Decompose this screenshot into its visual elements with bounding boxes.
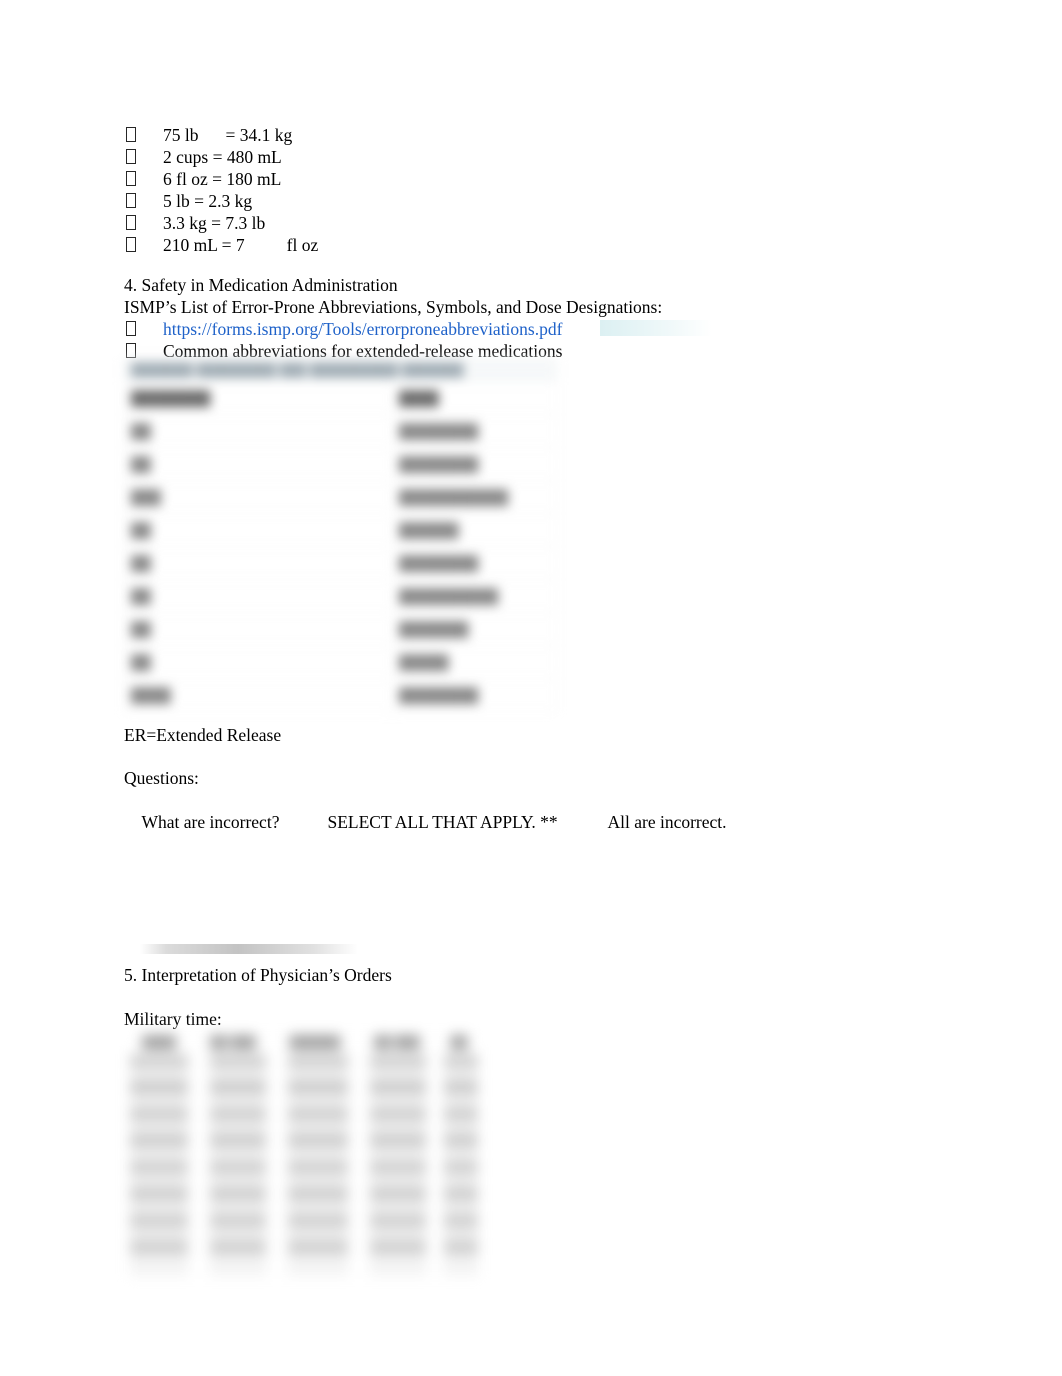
list-item-left: 3.3 kg = 7.3 lb <box>163 213 266 233</box>
list-item-right: fl oz <box>286 235 319 255</box>
list-item: 75 lb = 34.1 kg <box>126 124 292 146</box>
list-item: 6 fl oz = 180 mL <box>126 168 281 190</box>
section4-heading: 4. Safety in Medication Administration <box>124 275 398 295</box>
bullet-tofu-icon <box>126 321 136 336</box>
bullet-tofu-icon <box>126 193 136 208</box>
chart-column-header: ████ <box>141 1035 176 1049</box>
table-band-row: ███████ █████████ ███ ██████████ ███████ <box>124 358 557 382</box>
question-line: What are incorrect? SELECT ALL THAT APPLY… <box>124 789 727 855</box>
table-cell: ██ <box>124 546 393 580</box>
table-cell: ████████ <box>392 678 557 712</box>
table-row: ██ █████ <box>124 645 557 679</box>
faint-blurred-remnant <box>140 944 358 954</box>
table-cell: ████ <box>124 678 393 712</box>
list-item-left: 2 cups = 480 mL <box>163 147 282 167</box>
table-band-cell: ███████ █████████ ███ ██████████ ███████ <box>124 358 557 382</box>
table-cell: ██ <box>124 579 393 613</box>
list-item: 2 cups = 480 mL <box>126 146 282 168</box>
chart-header-row: ████ ██ ███ ██████ ██ ███ ██ <box>124 1032 490 1052</box>
list-item-left: 210 mL = 7 <box>163 235 245 255</box>
chart-column-band <box>210 1054 266 1276</box>
bullet-tofu-icon <box>126 127 136 142</box>
section5-heading: 5. Interpretation of Physician’s Orders <box>124 965 392 985</box>
table-row: ██ ██████ <box>124 513 557 547</box>
bullet-tofu-icon <box>126 237 136 252</box>
section5-subheading: Military time: <box>124 1009 222 1029</box>
table-cell: ████████ <box>392 546 557 580</box>
table-header-row: ████████ ████ <box>124 381 557 415</box>
question-part-2: SELECT ALL THAT APPLY. ** <box>327 812 558 832</box>
chart-column-header: ██ ███ <box>210 1035 256 1049</box>
chart-column-band <box>370 1054 426 1276</box>
table-cell: ██ <box>124 414 393 448</box>
ismp-abbreviations-link[interactable]: https://forms.ismp.org/Tools/errorpronea… <box>163 318 562 340</box>
chart-column-gap <box>188 1054 210 1276</box>
table-cell: ███████████ <box>392 480 557 514</box>
faint-highlight-remnant <box>600 320 712 336</box>
list-item-left: 5 lb = 2.3 kg <box>163 191 253 211</box>
table-cell: ██████████ <box>392 579 557 613</box>
table-cell: ██ <box>124 612 393 646</box>
table-cell: ██████ <box>392 513 557 547</box>
list-item-right: = 34.1 kg <box>225 125 293 145</box>
list-item: 210 mL = 7 fl oz <box>126 234 318 256</box>
question-part-1: What are incorrect? <box>141 812 280 832</box>
chart-column-header: ██████ <box>289 1035 341 1049</box>
chart-column-gap <box>348 1054 370 1276</box>
chart-column-gap <box>426 1054 444 1276</box>
chart-column-header: ██ <box>450 1035 468 1049</box>
list-item-left: 6 fl oz = 180 mL <box>163 169 282 189</box>
table-row: ██ ██████████ <box>124 579 557 613</box>
chart-column-band <box>444 1054 478 1276</box>
chart-column-band <box>288 1054 348 1276</box>
question-part-3: All are incorrect. <box>607 812 727 832</box>
table-cell: ████████ <box>392 414 557 448</box>
military-time-chart: ████ ██ ███ ██████ ██ ███ ██ <box>124 1032 490 1286</box>
list-item: 5 lb = 2.3 kg <box>126 190 252 212</box>
table-cell: ██ <box>124 513 393 547</box>
table-row: ██ ████████ <box>124 447 557 481</box>
bullet-tofu-icon <box>126 343 136 358</box>
list-item-link[interactable]: https://forms.ismp.org/Tools/errorpronea… <box>126 318 562 340</box>
table-cell: ███ <box>124 480 393 514</box>
table-cell: ████████ <box>392 447 557 481</box>
chart-column-header: ██ ███ <box>374 1035 420 1049</box>
list-item: 3.3 kg = 7.3 lb <box>126 212 265 234</box>
bullet-tofu-icon <box>126 215 136 230</box>
bullet-tofu-icon <box>126 149 136 164</box>
abbreviations-table: ███████ █████████ ███ ██████████ ███████… <box>124 358 557 712</box>
chart-column-band <box>130 1054 188 1276</box>
bullet-tofu-icon <box>126 171 136 186</box>
table-cell: █████ <box>392 645 557 679</box>
questions-label: Questions: <box>124 768 199 788</box>
column-header: ████ <box>392 381 557 415</box>
military-time-chart-blurred: ████ ██ ███ ██████ ██ ███ ██ <box>124 1032 490 1286</box>
legend-text: ER=Extended Release <box>124 725 282 745</box>
abbreviations-table-blurred: ███████ █████████ ███ ██████████ ███████… <box>124 358 564 720</box>
column-header: ████████ <box>124 381 393 415</box>
table-row: ██ ████████ <box>124 414 557 448</box>
section4-subheading: ISMP’s List of Error-Prone Abbreviations… <box>124 297 663 317</box>
table-cell: ███████ <box>392 612 557 646</box>
table-cell: ██ <box>124 447 393 481</box>
table-cell: ██ <box>124 645 393 679</box>
document-page: 75 lb = 34.1 kg 2 cups = 480 mL 6 fl oz … <box>0 0 1062 1376</box>
table-row: ██ ████████ <box>124 546 557 580</box>
table-row: ███ ███████████ <box>124 480 557 514</box>
table-row: ████ ████████ <box>124 678 557 712</box>
table-row: ██ ███████ <box>124 612 557 646</box>
list-item-left: 75 lb <box>163 125 199 145</box>
chart-column-gap <box>266 1054 288 1276</box>
